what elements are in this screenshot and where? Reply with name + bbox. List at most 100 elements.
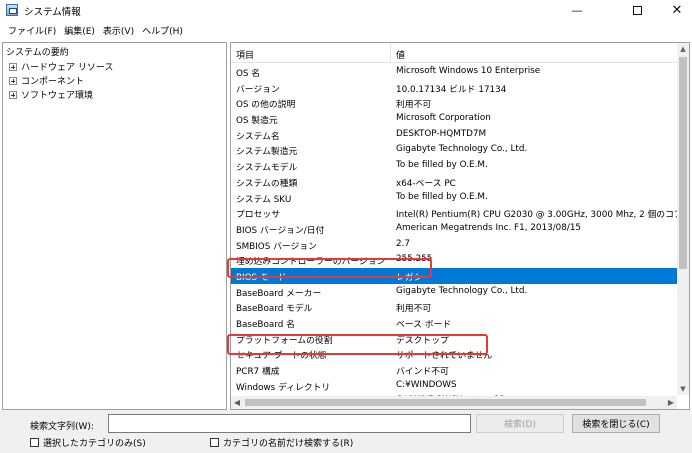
row-item: BaseBoard 名 <box>236 320 295 330</box>
row-item: BaseBoard メーカー <box>236 288 322 299</box>
table-row[interactable]: SMBIOS バージョン 2.7 <box>231 237 677 253</box>
checkbox-label: カテゴリの名前だけ検索する(R) <box>223 439 354 449</box>
vertical-scrollbar[interactable]: ▲ ▼ <box>677 43 689 395</box>
row-item: システム製造元 <box>236 147 298 158</box>
row-value: Microsoft Corporation <box>396 113 491 124</box>
checkbox-box[interactable] <box>30 438 39 447</box>
row-value: DESKTOP-HQMTD7M <box>396 128 487 139</box>
menu-file[interactable]: ファイル(F) <box>4 24 60 37</box>
table-row[interactable]: BaseBoard 名 ベース ボード <box>231 315 677 331</box>
search-label: 検索文字列(W): <box>30 422 94 432</box>
tree-node-hardware-resources[interactable]: ハードウェア リソース <box>9 60 113 73</box>
table-row[interactable]: Windows ディレクトリ C:¥WINDOWS <box>231 378 677 394</box>
annotation-box-bios-mode <box>227 258 432 278</box>
menu-bar: ファイル(F) 編集(E) 表示(V) ヘルプ(H) <box>0 21 692 39</box>
table-row[interactable]: システムの種類 x64-ベース PC <box>231 174 677 190</box>
search-button[interactable]: 検索(D) <box>476 414 564 433</box>
annotation-box-secure-boot <box>227 334 488 355</box>
tree-node-label: コンポーネント <box>21 77 85 87</box>
row-value: Gigabyte Technology Co., Ltd. <box>396 285 528 296</box>
minimize-icon: — <box>571 3 583 17</box>
row-item: システムモデル <box>236 163 298 174</box>
row-item: BIOS バージョン/日付 <box>236 225 325 236</box>
row-item: バージョン <box>236 84 280 95</box>
tree-node-label: ソフトウェア環境 <box>21 91 94 101</box>
row-value: 2.7 <box>396 238 410 249</box>
row-item: BaseBoard モデル <box>236 304 313 315</box>
row-value: Microsoft Windows 10 Enterprise <box>396 66 541 76</box>
row-value: Intel(R) Pentium(R) CPU G2030 @ 3.00GHz,… <box>396 210 690 221</box>
table-row[interactable]: システムモデル To be filled by O.E.M. <box>231 158 677 174</box>
row-value: Gigabyte Technology Co., Ltd. <box>396 144 528 155</box>
row-item: システム名 <box>236 131 280 142</box>
app-icon <box>6 4 18 16</box>
horizontal-scrollbar[interactable]: ◀ ▶ <box>231 396 677 409</box>
table-row[interactable]: システム SKU To be filled by O.E.M. <box>231 190 677 206</box>
checkbox-label: 選択したカテゴリのみ(S) <box>43 439 146 449</box>
scroll-up-icon[interactable]: ▲ <box>677 43 689 55</box>
window-title: システム情報 <box>24 7 81 18</box>
scroll-down-icon[interactable]: ▼ <box>677 383 689 395</box>
scroll-left-icon[interactable]: ◀ <box>231 396 243 409</box>
search-category-names-checkbox[interactable]: カテゴリの名前だけ検索する(R) <box>210 436 353 449</box>
row-item: システムの種類 <box>236 178 298 189</box>
table-row[interactable]: システム製造元 Gigabyte Technology Co., Ltd. <box>231 142 677 158</box>
column-divider[interactable] <box>390 43 391 63</box>
menu-help[interactable]: ヘルプ(H) <box>138 24 187 37</box>
list-header: 項目 値 <box>231 43 677 63</box>
scroll-right-icon[interactable]: ▶ <box>665 396 677 409</box>
row-value: To be filled by O.E.M. <box>396 160 488 171</box>
row-value: 10.0.17134 ビルド 17134 <box>396 84 507 95</box>
table-row[interactable]: BIOS バージョン/日付 American Megatrends Inc. F1… <box>231 221 677 237</box>
column-header-value[interactable]: 値 <box>396 48 405 61</box>
checkbox-box[interactable] <box>210 438 219 447</box>
table-row[interactable]: PCR7 構成 バインド不可 <box>231 362 677 378</box>
expand-icon[interactable] <box>9 76 17 85</box>
search-bar: 検索文字列(W): 検索(D) 検索を閉じる(C) 選択したカテゴリのみ(S) … <box>0 410 692 453</box>
table-row[interactable]: バージョン 10.0.17134 ビルド 17134 <box>231 80 677 96</box>
vertical-scroll-thumb[interactable] <box>679 57 687 269</box>
maximize-icon <box>632 5 642 15</box>
table-row[interactable]: OS の他の説明 利用不可 <box>231 95 677 111</box>
row-item: Windows ディレクトリ <box>236 382 331 393</box>
search-input[interactable] <box>108 414 471 433</box>
close-button[interactable]: ✕ <box>654 0 692 20</box>
row-value: x64-ベース PC <box>396 178 456 189</box>
row-value: C:¥WINDOWS <box>396 379 457 390</box>
table-row[interactable]: OS 製造元 Microsoft Corporation <box>231 111 677 127</box>
tree-node-software-environment[interactable]: ソフトウェア環境 <box>9 88 93 101</box>
horizontal-scroll-thumb[interactable] <box>245 399 646 406</box>
row-value: 利用不可 <box>396 100 432 111</box>
table-row[interactable]: BaseBoard モデル 利用不可 <box>231 299 677 315</box>
row-item: OS 製造元 <box>236 116 278 127</box>
table-row[interactable]: プロセッサ Intel(R) Pentium(R) CPU G2030 @ 3.0… <box>231 205 689 221</box>
column-header-item[interactable]: 項目 <box>236 48 254 61</box>
row-value: 利用不可 <box>396 304 432 315</box>
expand-icon[interactable] <box>9 62 17 71</box>
selected-category-only-checkbox[interactable]: 選択したカテゴリのみ(S) <box>30 436 146 449</box>
tree-node-label: ハードウェア リソース <box>21 63 114 73</box>
list-rows: OS 名 Microsoft Windows 10 Enterprise バージョン… <box>231 64 689 409</box>
row-item: システム SKU <box>236 194 292 205</box>
row-item: プロセッサ <box>236 210 280 221</box>
tree-root-system-summary[interactable]: システムの要約 <box>6 45 69 58</box>
close-search-button[interactable]: 検索を閉じる(C) <box>572 414 660 433</box>
minimize-button[interactable]: — <box>554 0 600 20</box>
table-row[interactable]: OS 名 Microsoft Windows 10 Enterprise <box>231 64 677 80</box>
table-row[interactable]: システム名 DESKTOP-HQMTD7M <box>231 127 677 143</box>
row-item: SMBIOS バージョン <box>236 241 317 252</box>
tree-node-components[interactable]: コンポーネント <box>9 74 84 87</box>
menu-view[interactable]: 表示(V) <box>99 24 138 37</box>
row-item: PCR7 構成 <box>236 367 280 378</box>
row-value: American Megatrends Inc. F1, 2013/08/15 <box>396 222 582 233</box>
row-value: バインド不可 <box>396 367 449 378</box>
close-icon: ✕ <box>671 2 683 18</box>
title-bar: システム情報 — ✕ <box>0 0 692 20</box>
category-tree[interactable]: システムの要約 ハードウェア リソース コンポーネント ソフトウェア環境 <box>2 42 227 410</box>
table-row[interactable]: BaseBoard メーカー Gigabyte Technology Co., L… <box>231 284 677 300</box>
menu-edit[interactable]: 編集(E) <box>60 24 99 37</box>
row-item: OS 名 <box>236 69 261 79</box>
expand-icon[interactable] <box>9 90 17 99</box>
row-value: To be filled by O.E.M. <box>396 191 488 202</box>
row-item: OS の他の説明 <box>236 100 296 111</box>
